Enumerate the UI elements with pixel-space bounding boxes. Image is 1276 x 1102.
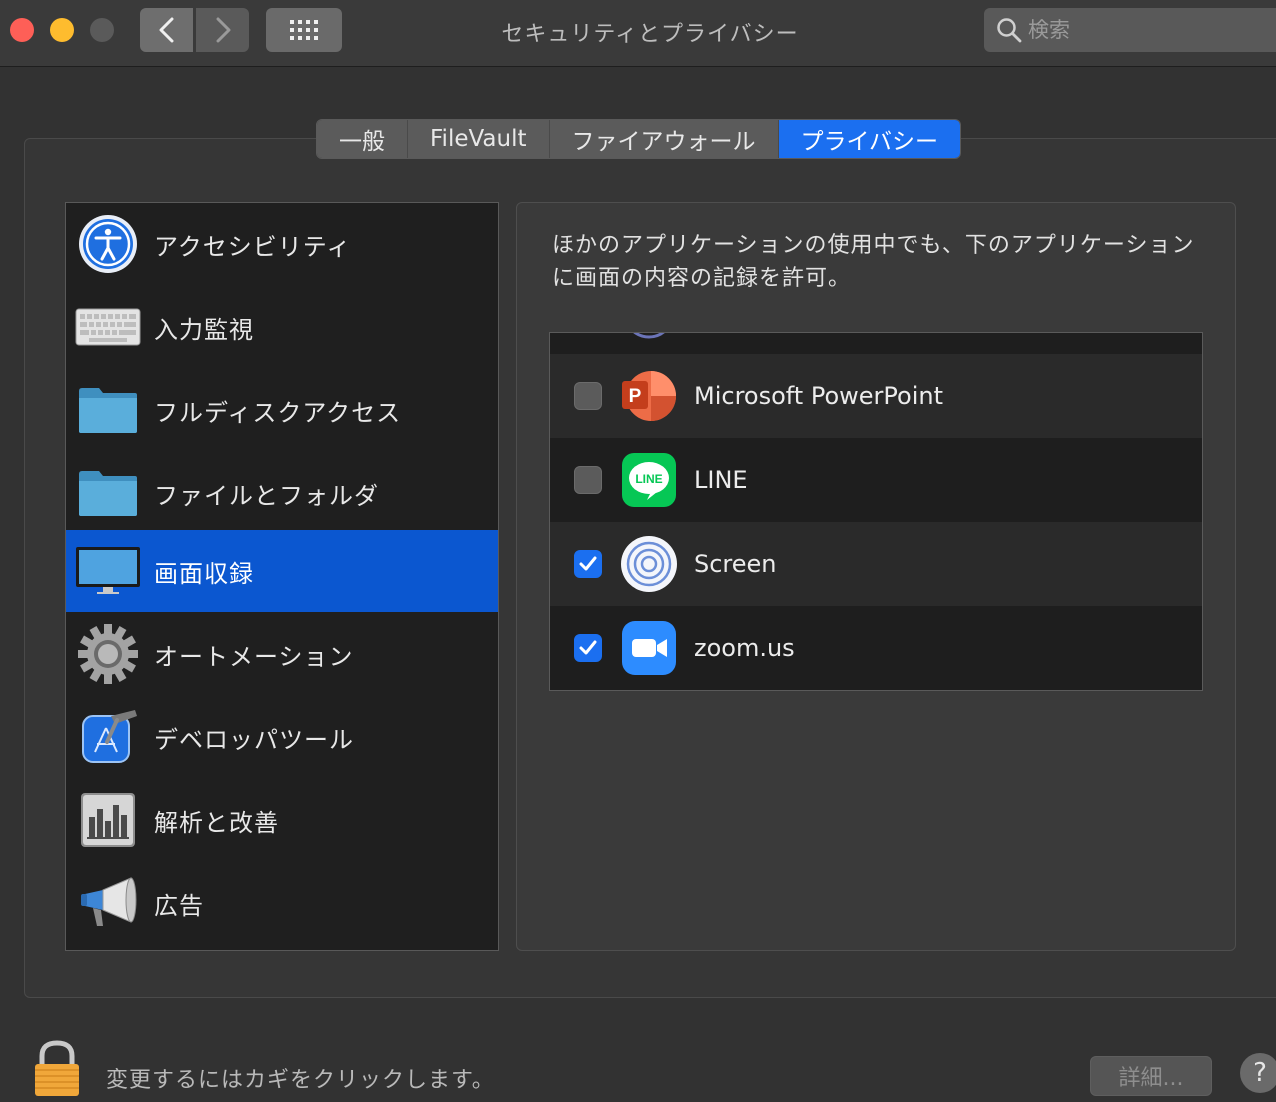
tab-filevault[interactable]: FileVault <box>408 120 550 158</box>
app-permission-list[interactable]: P Microsoft PowerPoint LINE LINE Screen … <box>549 332 1203 691</box>
app-name: zoom.us <box>694 634 795 662</box>
show-all-button[interactable] <box>266 8 342 52</box>
title-bar: セキュリティとプライバシー <box>0 0 1276 67</box>
privacy-category-list[interactable]: アクセシビリティ 入力監視 フルディスクアクセス ファイルとフォルダ 画面収録 … <box>65 202 499 951</box>
zoom-window-button[interactable] <box>90 18 114 42</box>
sidebar-item-files-and-folders[interactable]: ファイルとフォルダ <box>66 452 498 534</box>
svg-text:P: P <box>629 386 642 407</box>
sidebar-item-label: ファイルとフォルダ <box>154 481 379 510</box>
sidebar-item-label: オートメーション <box>154 642 354 671</box>
sidebar-item-analytics[interactable]: 解析と改善 <box>66 779 498 861</box>
lock-status-text: 変更するにはカギをクリックします。 <box>106 1068 495 1093</box>
search-icon <box>997 18 1022 43</box>
sidebar-item-label: デベロッパツール <box>154 725 354 754</box>
sidebar-item-input-monitoring[interactable]: 入力監視 <box>66 286 498 368</box>
screen-app-icon <box>620 535 678 593</box>
sidebar-item-advertising[interactable]: 広告 <box>66 862 498 944</box>
sidebar-item-label: 画面収録 <box>154 559 254 588</box>
screen-recording-description: ほかのアプリケーションの使用中でも、下のアプリケーションに画面の内容の記録を許可… <box>552 233 1195 291</box>
checkmark-icon <box>579 640 597 655</box>
zoom-icon <box>620 619 678 677</box>
app-name: LINE <box>694 466 748 494</box>
list-item[interactable]: zoom.us <box>550 606 1202 690</box>
checkmark-icon <box>579 556 597 571</box>
back-button[interactable] <box>140 8 193 52</box>
close-window-button[interactable] <box>10 18 34 42</box>
app-icon <box>620 333 678 342</box>
sidebar-item-developer-tools[interactable]: デベロッパツール <box>66 696 498 778</box>
sidebar-item-accessibility[interactable]: アクセシビリティ <box>66 203 498 285</box>
minimize-window-button[interactable] <box>50 18 74 42</box>
chart-icon <box>72 784 144 856</box>
sidebar-item-full-disk-access[interactable]: フルディスクアクセス <box>66 369 498 451</box>
keyboard-icon <box>72 291 144 363</box>
checkbox-zoom[interactable] <box>574 634 602 662</box>
folder-icon <box>72 457 144 529</box>
chevron-left-icon <box>159 17 173 43</box>
folder-icon <box>72 374 144 446</box>
sidebar-item-label: アクセシビリティ <box>154 232 352 261</box>
checkbox-line[interactable] <box>574 466 602 494</box>
advanced-button[interactable]: 詳細... <box>1090 1056 1212 1096</box>
chevron-right-icon <box>216 17 230 43</box>
sidebar-item-label: 広告 <box>154 891 204 920</box>
list-item[interactable]: Screen <box>550 522 1202 606</box>
svg-text:LINE: LINE <box>635 472 662 486</box>
powerpoint-icon: P <box>620 367 678 425</box>
tab-firewall[interactable]: ファイアウォール <box>549 120 779 158</box>
checkbox-powerpoint[interactable] <box>574 382 602 410</box>
checkbox-screen[interactable] <box>574 550 602 578</box>
accessibility-icon <box>72 208 144 280</box>
grid-icon <box>290 20 318 40</box>
forward-button[interactable] <box>196 8 249 52</box>
list-item[interactable]: LINE LINE <box>550 438 1202 522</box>
lock-button[interactable] <box>32 1040 82 1102</box>
padlock-icon <box>35 1040 79 1096</box>
sidebar-item-screen-recording[interactable]: 画面収録 <box>66 530 498 612</box>
help-button[interactable]: ? <box>1240 1053 1276 1093</box>
line-icon: LINE <box>620 451 678 509</box>
sidebar-item-automation[interactable]: オートメーション <box>66 613 498 695</box>
app-name: Microsoft PowerPoint <box>694 382 943 410</box>
megaphone-icon <box>72 867 144 939</box>
xcode-icon <box>72 701 144 773</box>
list-item[interactable]: P Microsoft PowerPoint <box>550 354 1202 438</box>
sidebar-item-label: フルディスクアクセス <box>154 398 402 427</box>
app-name: Screen <box>694 550 777 578</box>
tab-bar: 一般 FileVault ファイアウォール プライバシー <box>316 119 962 159</box>
sidebar-item-label: 入力監視 <box>154 315 254 344</box>
gear-icon <box>72 618 144 690</box>
sidebar-item-label: 解析と改善 <box>154 808 279 837</box>
display-icon <box>72 535 144 607</box>
search-field[interactable] <box>984 8 1276 52</box>
list-item <box>550 333 1202 355</box>
search-input[interactable] <box>1028 18 1228 42</box>
window-title: セキュリティとプライバシー <box>501 22 799 47</box>
tab-general[interactable]: 一般 <box>317 120 408 158</box>
tab-privacy[interactable]: プライバシー <box>778 120 961 158</box>
